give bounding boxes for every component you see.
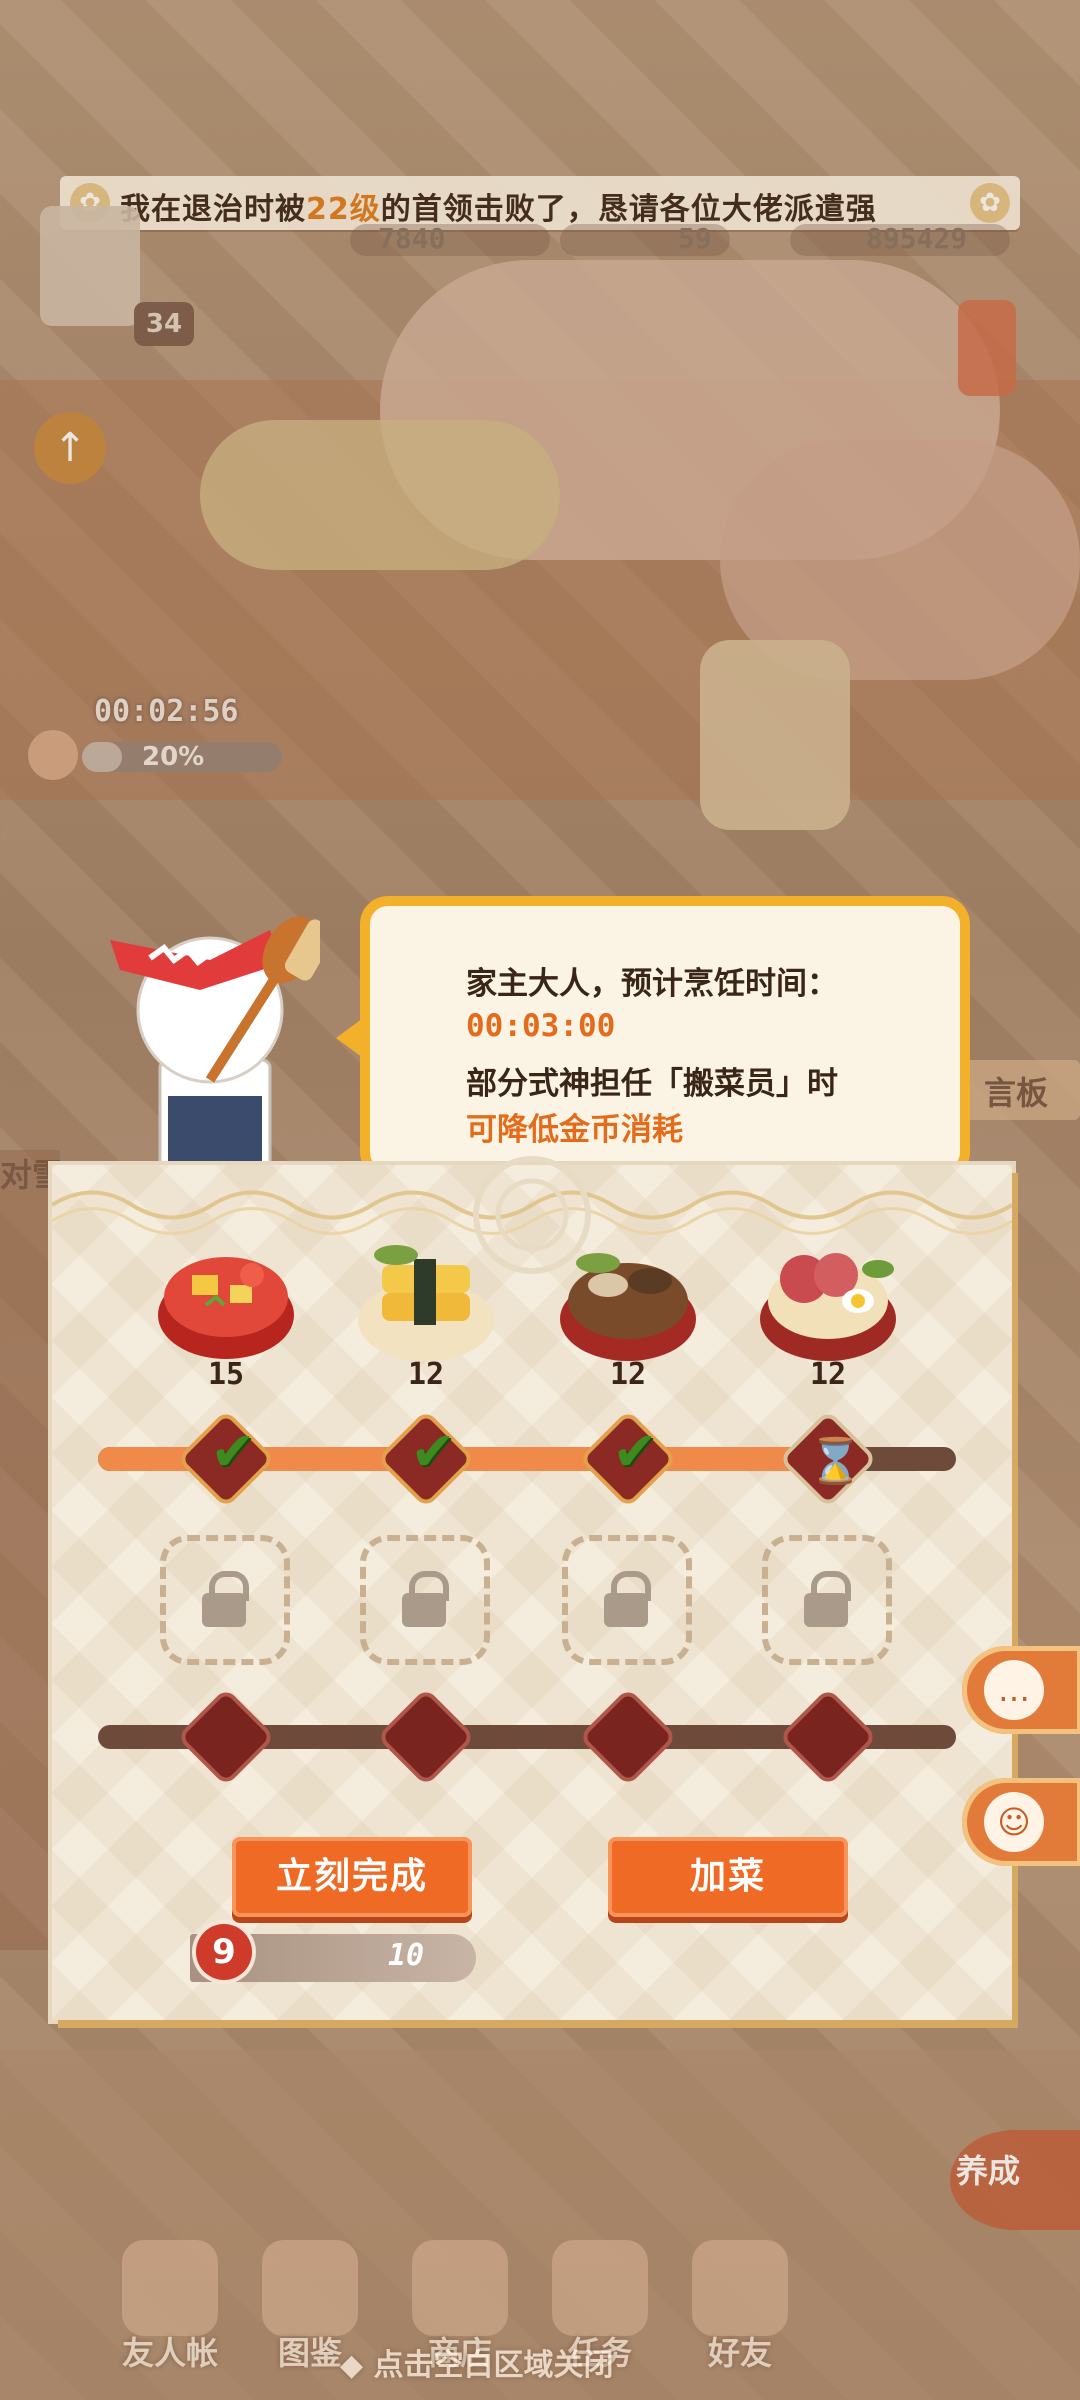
lock-icon-body — [604, 1593, 648, 1627]
dish-ham-ramen-icon — [760, 1253, 896, 1361]
locked-marker — [584, 1693, 672, 1781]
chat-bubble-icon: … — [984, 1660, 1044, 1720]
ticket-value: 59 — [678, 222, 712, 255]
chef-character — [110, 916, 320, 1172]
magatama-currency-icon: 9 — [196, 1924, 252, 1980]
cooking-progress-text: 20% — [142, 742, 205, 772]
locked-slot[interactable] — [762, 1535, 892, 1665]
dialog-cook-time: 00:03:00 — [466, 1008, 616, 1044]
locked-slot[interactable] — [360, 1535, 490, 1665]
dialog-line-1: 家主大人，预计烹饪时间： — [466, 966, 838, 1002]
close-hint: ◆ 点击空白区域关闭 — [340, 2348, 614, 2383]
locked-marker — [784, 1693, 872, 1781]
eye-icon — [262, 2240, 358, 2336]
check-icon: ✔ — [210, 1420, 256, 1483]
lock-icon-body — [402, 1593, 446, 1627]
announcement-text: 我在退治时被22级的首领击败了，恳请各位大佬派遣强 — [120, 192, 877, 227]
dish-count: 12 — [809, 1357, 847, 1392]
book-icon — [122, 2240, 218, 2336]
dish-count: 15 — [207, 1357, 245, 1392]
shikigami-icon: ☺ — [984, 1792, 1044, 1852]
dish-progress-icon — [28, 730, 78, 780]
koinobori-fish-icon[interactable] — [958, 300, 1016, 396]
dish-tomato-soup-icon — [158, 1257, 294, 1359]
power-value: 7840 — [378, 222, 446, 255]
coin-value: 895429 — [866, 222, 968, 255]
nav-friends[interactable]: 好友 — [680, 2240, 800, 2374]
dialog-line-4: 可降低金币消耗 — [466, 1112, 683, 1148]
cooking-timer: 00:02:56 — [94, 694, 239, 729]
check-icon: ✔ — [612, 1420, 658, 1483]
nav-label: 好友 — [707, 2334, 772, 2372]
background-pillar — [0, 1150, 60, 1950]
background-cloud — [200, 420, 560, 570]
dialog-line-3: 部分式神担任「搬菜员」时 — [466, 1066, 838, 1102]
add-dish-button[interactable]: 加菜 — [608, 1837, 848, 1917]
cat-icon — [412, 2240, 508, 2336]
locked-slot[interactable] — [562, 1535, 692, 1665]
flower-icon: ✿ — [970, 183, 1010, 223]
locked-marker — [182, 1693, 270, 1781]
task-icon — [552, 2240, 648, 2336]
cooking-spinner-icon: ⌛ — [808, 1436, 863, 1487]
check-icon: ✔ — [410, 1420, 456, 1483]
lock-icon-body — [804, 1593, 848, 1627]
dish-mushroom-stew-icon — [560, 1253, 696, 1361]
dish-count: 12 — [407, 1357, 445, 1392]
shikigami-button[interactable]: ☺ — [962, 1778, 1080, 1866]
locked-slot[interactable] — [160, 1535, 290, 1665]
player-avatar[interactable] — [40, 206, 140, 326]
message-board-label: 言板 — [984, 1074, 1049, 1112]
cost-value: 10 — [388, 1938, 425, 1973]
dish-tamago-sushi-icon — [358, 1245, 494, 1361]
nav-friends-book[interactable]: 友人帐 — [110, 2240, 230, 2374]
finish-now-button[interactable]: 立刻完成 — [232, 1837, 472, 1917]
locked-marker — [382, 1693, 470, 1781]
friends-icon — [692, 2240, 788, 2336]
lock-icon-body — [202, 1593, 246, 1627]
cooking-progress-fill — [82, 742, 122, 772]
nav-label: 友人帐 — [121, 2334, 218, 2372]
background-lantern — [700, 640, 850, 830]
dialog-bubble: 家主大人，预计烹饪时间： 00:03:00 部分式神担任「搬菜员」时 可降低金币… — [360, 896, 970, 1180]
upgrade-arrow-icon[interactable]: ↑ — [34, 412, 106, 484]
dish-count: 12 — [609, 1357, 647, 1392]
grow-label: 养成 — [956, 2152, 1021, 2190]
cooking-panel: 15 12 12 12 ✔ ✔ ✔ ⌛ 立刻完成 加菜 — [52, 1156, 1012, 2020]
chat-button[interactable]: … — [962, 1646, 1080, 1734]
player-level-badge: 34 — [134, 302, 194, 346]
cooking-progress-bar: 20% — [82, 742, 282, 772]
